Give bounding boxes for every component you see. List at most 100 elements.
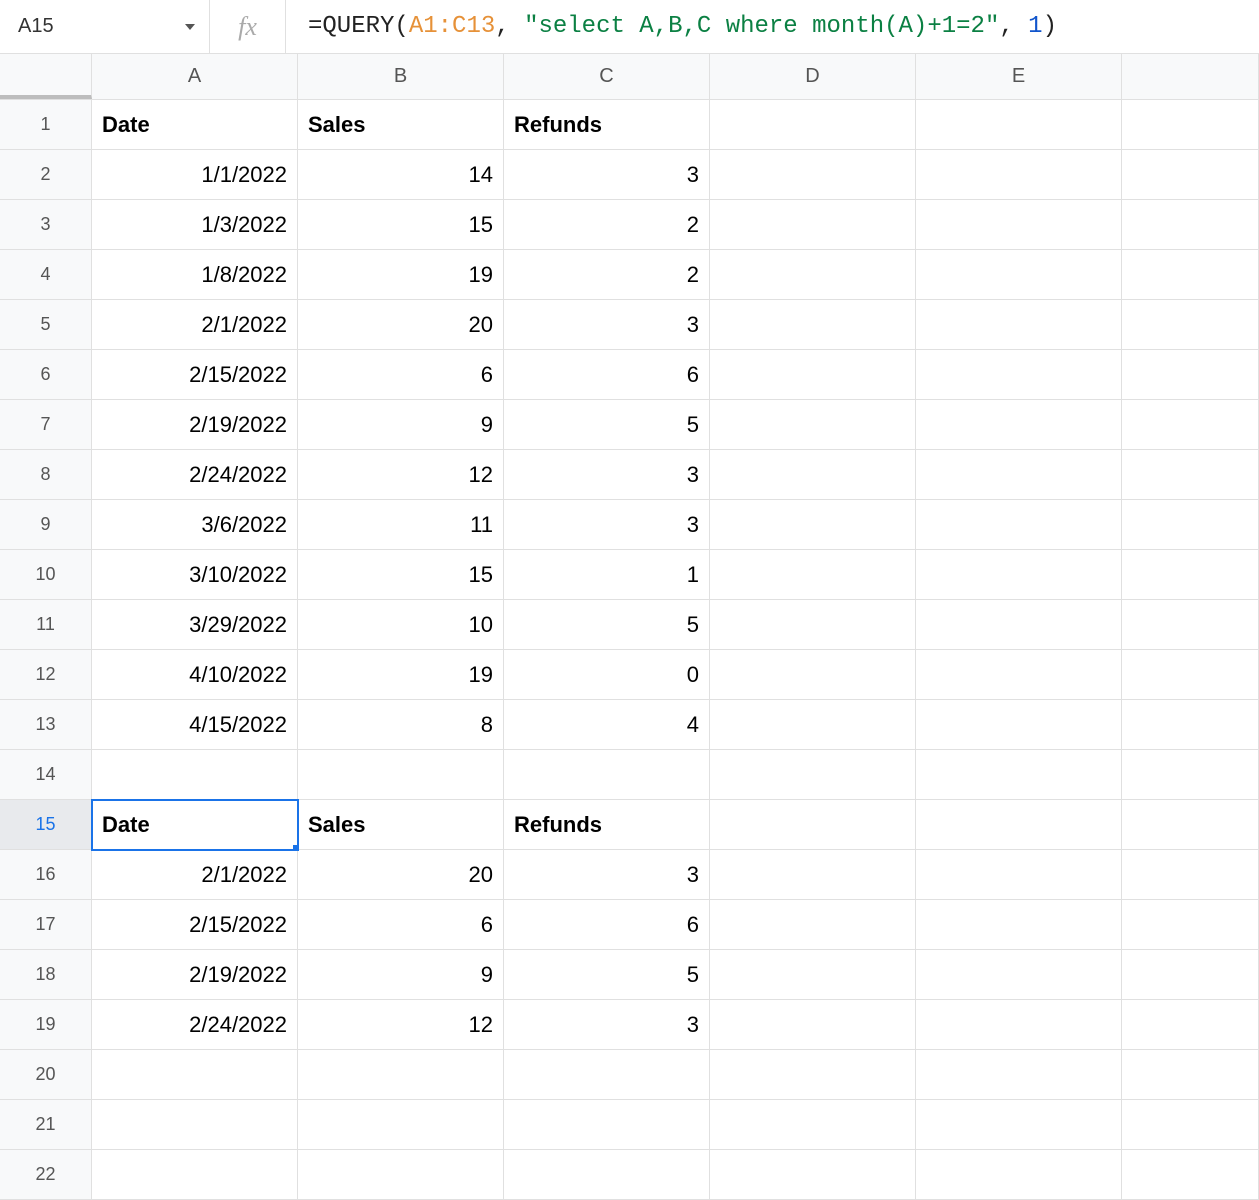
col-header-C[interactable]: C <box>504 54 710 99</box>
cell-E22[interactable] <box>916 1150 1122 1200</box>
cell-E17[interactable] <box>916 900 1122 950</box>
cell-B1[interactable]: Sales <box>298 100 504 150</box>
cell-C2[interactable]: 3 <box>504 150 710 200</box>
cell-C1[interactable]: Refunds <box>504 100 710 150</box>
cell-D20[interactable] <box>710 1050 916 1100</box>
cell-C9[interactable]: 3 <box>504 500 710 550</box>
cell-C6[interactable]: 6 <box>504 350 710 400</box>
row-header-17[interactable]: 17 <box>0 900 92 950</box>
cell-E13[interactable] <box>916 700 1122 750</box>
cell-D21[interactable] <box>710 1100 916 1150</box>
cell-E18[interactable] <box>916 950 1122 1000</box>
row-header-8[interactable]: 8 <box>0 450 92 500</box>
cell-F19[interactable] <box>1122 1000 1259 1050</box>
cell-F6[interactable] <box>1122 350 1259 400</box>
cell-B11[interactable]: 10 <box>298 600 504 650</box>
cell-B17[interactable]: 6 <box>298 900 504 950</box>
cell-A10[interactable]: 3/10/2022 <box>92 550 298 600</box>
cell-D10[interactable] <box>710 550 916 600</box>
row-header-2[interactable]: 2 <box>0 150 92 200</box>
row-header-11[interactable]: 11 <box>0 600 92 650</box>
cell-A7[interactable]: 2/19/2022 <box>92 400 298 450</box>
cell-D17[interactable] <box>710 900 916 950</box>
cell-F5[interactable] <box>1122 300 1259 350</box>
cell-A12[interactable]: 4/10/2022 <box>92 650 298 700</box>
cell-B18[interactable]: 9 <box>298 950 504 1000</box>
chevron-down-icon[interactable] <box>185 24 195 30</box>
cell-A5[interactable]: 2/1/2022 <box>92 300 298 350</box>
cell-A9[interactable]: 3/6/2022 <box>92 500 298 550</box>
cell-B20[interactable] <box>298 1050 504 1100</box>
cell-C4[interactable]: 2 <box>504 250 710 300</box>
row-header-12[interactable]: 12 <box>0 650 92 700</box>
row-header-10[interactable]: 10 <box>0 550 92 600</box>
cell-D3[interactable] <box>710 200 916 250</box>
cell-A22[interactable] <box>92 1150 298 1200</box>
cell-C19[interactable]: 3 <box>504 1000 710 1050</box>
cell-F8[interactable] <box>1122 450 1259 500</box>
cell-B6[interactable]: 6 <box>298 350 504 400</box>
cell-A20[interactable] <box>92 1050 298 1100</box>
cell-B9[interactable]: 11 <box>298 500 504 550</box>
cell-B13[interactable]: 8 <box>298 700 504 750</box>
cell-E16[interactable] <box>916 850 1122 900</box>
cell-F13[interactable] <box>1122 700 1259 750</box>
cell-E11[interactable] <box>916 600 1122 650</box>
cell-C3[interactable]: 2 <box>504 200 710 250</box>
cell-B12[interactable]: 19 <box>298 650 504 700</box>
cell-E8[interactable] <box>916 450 1122 500</box>
cell-E10[interactable] <box>916 550 1122 600</box>
cell-E9[interactable] <box>916 500 1122 550</box>
cell-A14[interactable] <box>92 750 298 800</box>
cell-D15[interactable] <box>710 800 916 850</box>
cell-B4[interactable]: 19 <box>298 250 504 300</box>
cell-E12[interactable] <box>916 650 1122 700</box>
formula-input[interactable]: =QUERY(A1:C13, "select A,B,C where month… <box>286 0 1259 53</box>
cell-F7[interactable] <box>1122 400 1259 450</box>
cell-D1[interactable] <box>710 100 916 150</box>
cell-C21[interactable] <box>504 1100 710 1150</box>
cell-B7[interactable]: 9 <box>298 400 504 450</box>
cell-C11[interactable]: 5 <box>504 600 710 650</box>
cell-C17[interactable]: 6 <box>504 900 710 950</box>
cell-D4[interactable] <box>710 250 916 300</box>
cell-D2[interactable] <box>710 150 916 200</box>
cell-D13[interactable] <box>710 700 916 750</box>
cell-B10[interactable]: 15 <box>298 550 504 600</box>
cell-E7[interactable] <box>916 400 1122 450</box>
cell-C8[interactable]: 3 <box>504 450 710 500</box>
cell-E5[interactable] <box>916 300 1122 350</box>
row-header-5[interactable]: 5 <box>0 300 92 350</box>
cell-B14[interactable] <box>298 750 504 800</box>
row-header-19[interactable]: 19 <box>0 1000 92 1050</box>
row-header-3[interactable]: 3 <box>0 200 92 250</box>
cell-D5[interactable] <box>710 300 916 350</box>
cell-F22[interactable] <box>1122 1150 1259 1200</box>
cell-F18[interactable] <box>1122 950 1259 1000</box>
cell-D6[interactable] <box>710 350 916 400</box>
cell-C20[interactable] <box>504 1050 710 1100</box>
cell-E3[interactable] <box>916 200 1122 250</box>
col-header-E[interactable]: E <box>916 54 1122 99</box>
cell-F11[interactable] <box>1122 600 1259 650</box>
cell-B19[interactable]: 12 <box>298 1000 504 1050</box>
cell-C7[interactable]: 5 <box>504 400 710 450</box>
cell-D16[interactable] <box>710 850 916 900</box>
row-header-13[interactable]: 13 <box>0 700 92 750</box>
cell-F3[interactable] <box>1122 200 1259 250</box>
col-header-B[interactable]: B <box>298 54 504 99</box>
cell-F2[interactable] <box>1122 150 1259 200</box>
cell-D8[interactable] <box>710 450 916 500</box>
cell-A15[interactable]: Date <box>92 800 298 850</box>
cell-C18[interactable]: 5 <box>504 950 710 1000</box>
cell-C10[interactable]: 1 <box>504 550 710 600</box>
col-header-extra[interactable] <box>1122 54 1259 99</box>
cell-A3[interactable]: 1/3/2022 <box>92 200 298 250</box>
row-header-22[interactable]: 22 <box>0 1150 92 1200</box>
cell-E6[interactable] <box>916 350 1122 400</box>
row-header-21[interactable]: 21 <box>0 1100 92 1150</box>
cell-F20[interactable] <box>1122 1050 1259 1100</box>
cell-D12[interactable] <box>710 650 916 700</box>
cell-F16[interactable] <box>1122 850 1259 900</box>
cell-F4[interactable] <box>1122 250 1259 300</box>
